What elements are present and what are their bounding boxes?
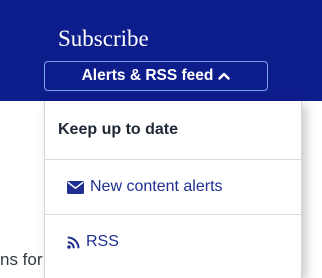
alerts-rss-toggle-label: Alerts & RSS feed [81,67,214,84]
alerts-rss-toggle-button[interactable]: Alerts & RSS feed [44,61,268,91]
envelope-icon [67,180,84,194]
page: Subscribe Alerts & RSS feed ns for autho… [0,0,322,278]
rss-icon [67,236,80,249]
subscribe-title: Subscribe [58,26,149,51]
new-content-alerts-label: New content alerts [90,178,223,195]
dropdown-heading: Keep up to date [58,121,179,138]
subscribe-header: Subscribe Alerts & RSS feed [0,0,322,101]
rss-label: RSS [86,233,119,250]
new-content-alerts-link[interactable]: New content alerts [45,160,301,214]
chevron-up-icon [218,67,231,85]
alerts-dropdown-menu: Keep up to date New content alerts RSS [44,101,302,278]
rss-link[interactable]: RSS [45,215,301,269]
